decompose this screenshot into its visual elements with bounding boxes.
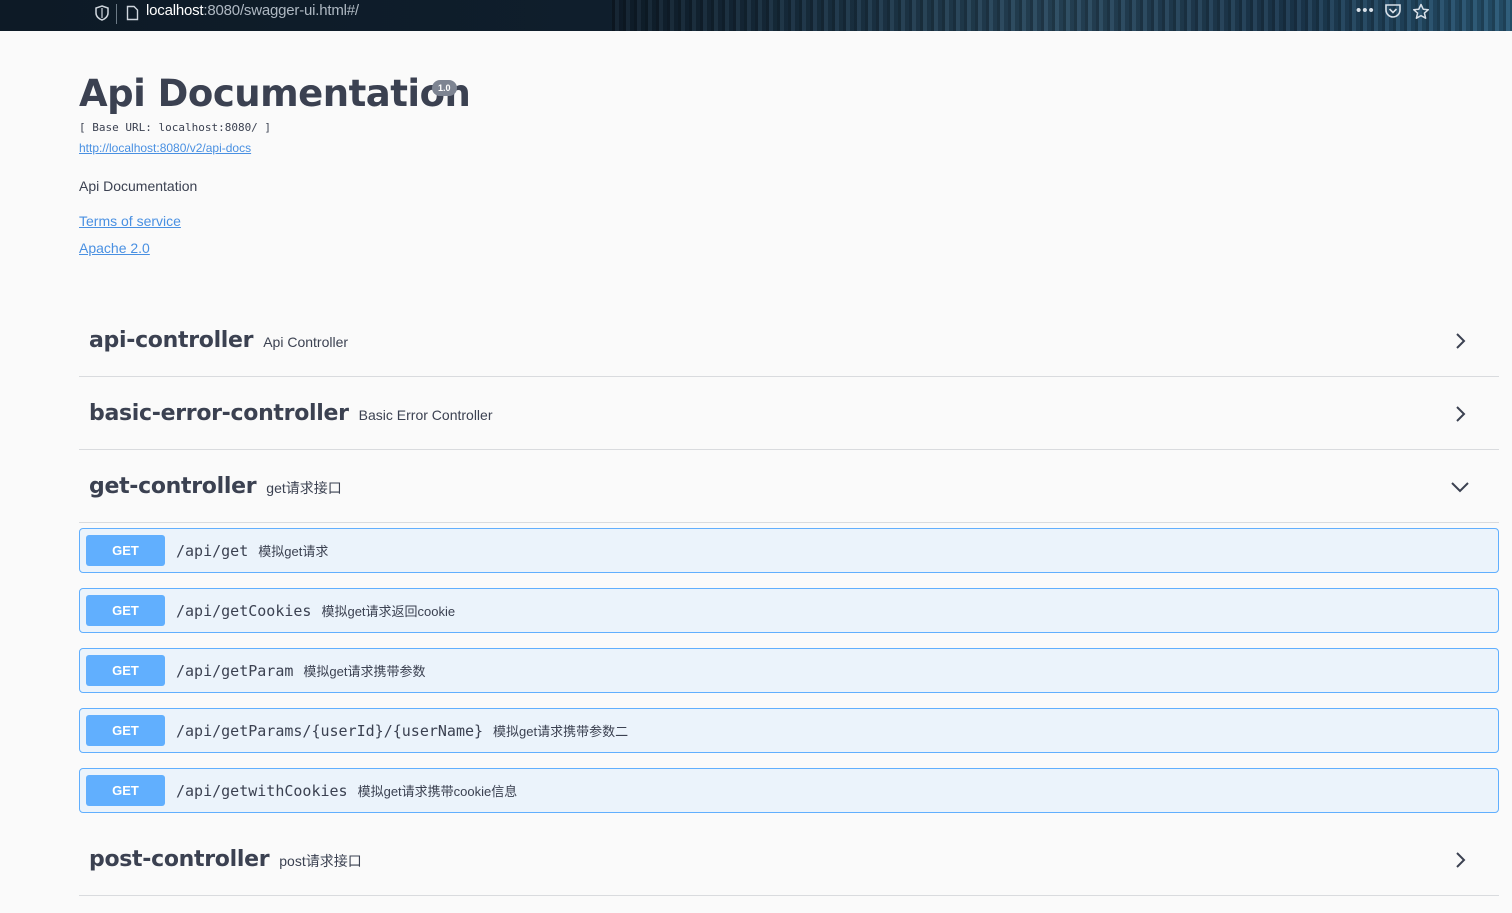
tag-description: post请求接口 <box>279 852 362 869</box>
tag-get-controller[interactable]: get-controller get请求接口 <box>79 451 1499 523</box>
operation-summary: 模拟get请求携带cookie信息 <box>357 784 518 799</box>
license-link[interactable]: Apache 2.0 <box>79 240 150 256</box>
operation-get-api-get[interactable]: GET /api/get 模拟get请求 <box>79 528 1499 573</box>
operation-get-api-getparams[interactable]: GET /api/getParams/{userId}/{userName} 模… <box>79 708 1499 753</box>
method-badge: GET <box>86 595 165 626</box>
operation-summary: 模拟get请求携带参数 <box>303 664 426 679</box>
method-badge: GET <box>86 655 165 686</box>
operation-path: /api/getParams/{userId}/{userName} <box>176 721 484 740</box>
more-icon[interactable]: ••• <box>1356 3 1375 19</box>
address-separator <box>116 4 117 24</box>
tag-name: basic-error-controller <box>89 401 349 426</box>
operation-summary: 模拟get请求携带参数二 <box>493 724 629 739</box>
api-docs-link[interactable]: http://localhost:8080/v2/api-docs <box>79 141 251 155</box>
method-badge: GET <box>86 775 165 806</box>
url-field[interactable]: localhost:8080/swagger-ui.html#/ <box>146 2 359 19</box>
toolbar-background-image <box>612 0 1512 31</box>
tag-description: get请求接口 <box>266 479 342 496</box>
method-badge: GET <box>86 535 165 566</box>
tag-description: Api Controller <box>263 333 349 350</box>
chevron-right-icon[interactable] <box>1451 332 1469 350</box>
tag-basic-error-controller[interactable]: basic-error-controller Basic Error Contr… <box>79 378 1499 450</box>
operation-get-api-getwithcookies[interactable]: GET /api/getwithCookies 模拟get请求携带cookie信… <box>79 768 1499 813</box>
method-badge: GET <box>86 715 165 746</box>
bookmark-star-icon[interactable] <box>1412 3 1430 24</box>
tag-description: Basic Error Controller <box>358 406 493 423</box>
terms-of-service-link[interactable]: Terms of service <box>79 213 181 229</box>
tag-name: api-controller <box>89 328 254 353</box>
api-description: Api Documentation <box>79 178 198 194</box>
tag-name: get-controller <box>89 474 257 499</box>
operation-summary: 模拟get请求返回cookie <box>321 604 456 619</box>
operation-path: /api/getwithCookies <box>176 781 348 800</box>
page-icon[interactable] <box>124 5 140 21</box>
shield-icon[interactable] <box>94 5 110 21</box>
version-badge: 1.0 <box>432 80 457 96</box>
operation-summary: 模拟get请求 <box>258 544 329 559</box>
url-path: :8080/swagger-ui.html#/ <box>203 2 359 19</box>
chevron-down-icon[interactable] <box>1451 478 1469 496</box>
base-url: [ Base URL: localhost:8080/ ] <box>79 121 272 134</box>
operation-get-api-getcookies[interactable]: GET /api/getCookies 模拟get请求返回cookie <box>79 588 1499 633</box>
tag-post-controller[interactable]: post-controller post请求接口 <box>79 824 1499 896</box>
operation-get-api-getparam[interactable]: GET /api/getParam 模拟get请求携带参数 <box>79 648 1499 693</box>
operation-path: /api/get <box>176 541 249 560</box>
tag-name: post-controller <box>89 847 270 872</box>
browser-address-bar: localhost:8080/swagger-ui.html#/ ••• <box>0 0 1512 31</box>
operation-path: /api/getParam <box>176 661 294 680</box>
chevron-right-icon[interactable] <box>1451 851 1469 869</box>
api-title-block: Api Documentation 1.0 <box>79 72 471 115</box>
chevron-right-icon[interactable] <box>1451 405 1469 423</box>
tag-api-controller[interactable]: api-controller Api Controller <box>79 305 1499 377</box>
pocket-icon[interactable] <box>1384 3 1402 23</box>
operation-path: /api/getCookies <box>176 601 312 620</box>
url-host: localhost <box>146 2 204 19</box>
page-title: Api Documentation <box>79 72 471 115</box>
